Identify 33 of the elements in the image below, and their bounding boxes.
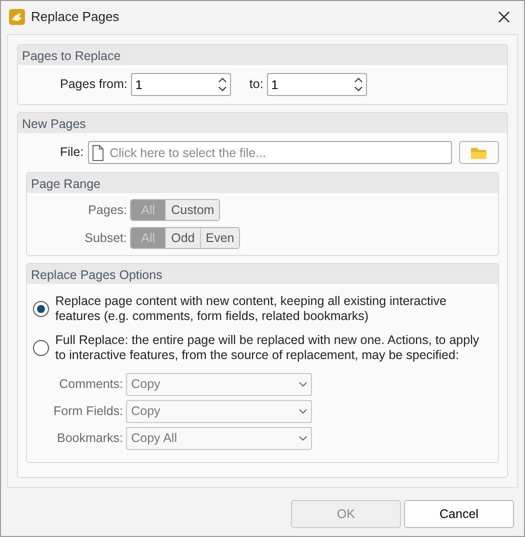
field-label: File:: [60, 144, 84, 162]
field-label: Pages from:: [60, 76, 128, 94]
radio-button[interactable]: [33, 301, 49, 317]
group-title: New Pages: [18, 113, 507, 133]
chevron-down-icon: [299, 409, 308, 414]
field-label: Form Fields:: [52, 403, 123, 420]
group-title: Page Range: [27, 173, 498, 193]
file-field[interactable]: Click here to select the file...: [110, 142, 448, 163]
app-icon: [9, 9, 25, 25]
field-label: Pages:: [87, 202, 127, 219]
spin-box[interactable]: 1: [267, 73, 368, 96]
option-text: Full Replace: the entire page will be replaced with new one. Actions, to apply to interactive features, from the source of replacement, may be specified:: [55, 333, 480, 363]
chevron-down-icon: [299, 436, 308, 441]
field-label: Subset:: [84, 230, 127, 247]
group-title: Replace Pages Options: [27, 264, 498, 284]
number-field[interactable]: 1: [271, 74, 354, 95]
option-text: Replace page content with new content, keeping all existing interactive features (e.g. comments, form fields, related bookmarks): [55, 294, 448, 324]
field-label: to:: [249, 76, 264, 94]
spin-box[interactable]: 1: [131, 73, 232, 96]
field-label: Bookmarks:: [56, 430, 123, 448]
close-icon: [498, 11, 510, 23]
group-title: Pages to Replace: [18, 45, 507, 65]
radio-button[interactable]: [33, 340, 49, 356]
document-icon: [92, 144, 104, 160]
field-label: Comments:: [58, 376, 123, 394]
file-box[interactable]: Click here to select the file...: [88, 141, 452, 164]
dialog-button[interactable]: Cancel: [404, 500, 514, 528]
folder-icon: [470, 146, 488, 160]
number-field[interactable]: 1: [135, 74, 218, 95]
spin-arrows-icon: [354, 77, 364, 92]
chevron-down-icon: [299, 382, 308, 387]
window-title: Replace Pages: [31, 8, 120, 26]
spin-arrows-icon: [218, 77, 228, 92]
